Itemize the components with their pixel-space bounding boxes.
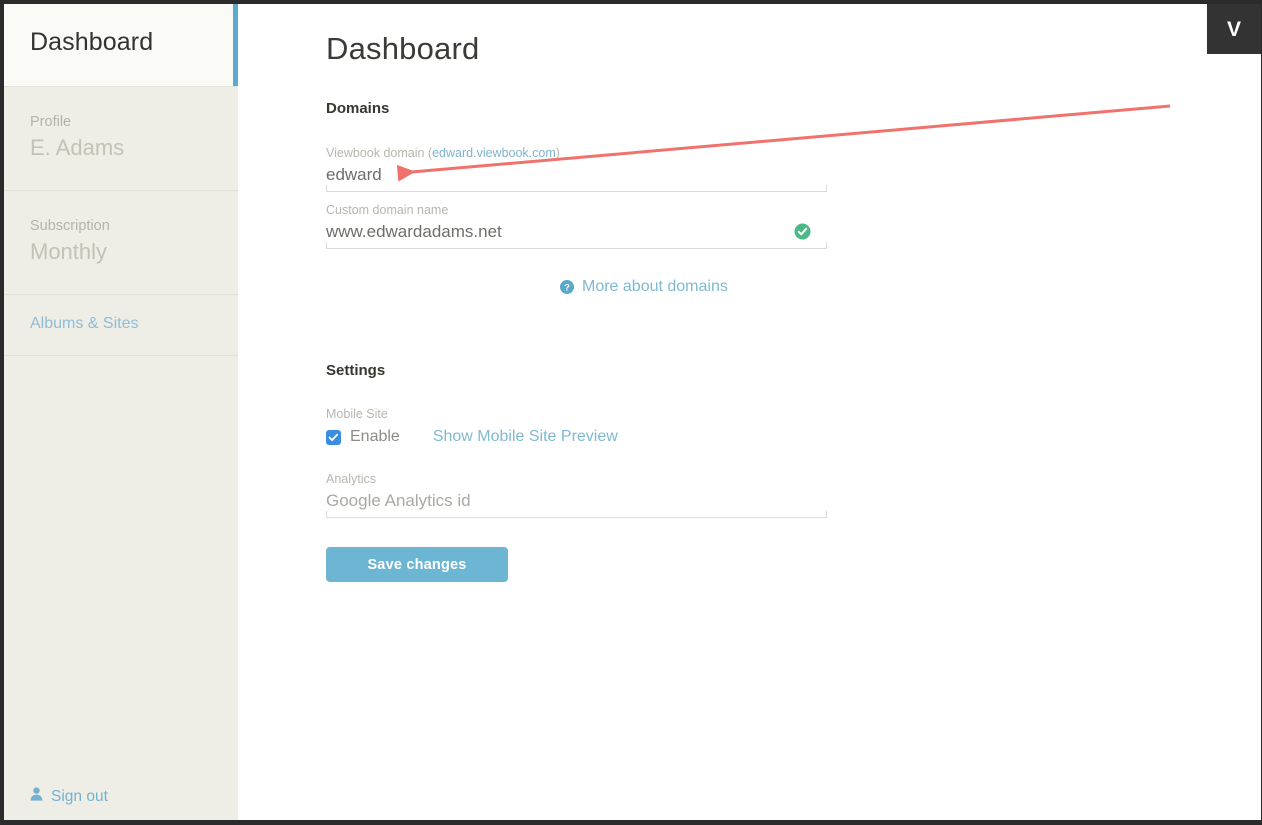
viewbook-domain-url-link[interactable]: edward.viewbook.com	[432, 146, 556, 160]
sidebar-item-profile[interactable]: Profile E. Adams	[4, 87, 238, 190]
sidebar-item-albums-sites[interactable]: Albums & Sites	[4, 295, 238, 355]
mobile-site-enable-label: Enable	[350, 428, 400, 445]
custom-domain-label: Custom domain name	[326, 203, 449, 217]
mobile-site-enable-row: Enable Show Mobile Site Preview	[326, 428, 618, 446]
sidebar: Dashboard Profile E. Adams Subscription …	[4, 4, 238, 820]
sign-out-button[interactable]: Sign out	[30, 787, 108, 806]
custom-domain-field: Custom domain name www.edwardadams.net	[326, 202, 827, 249]
viewbook-domain-input[interactable]: edward	[326, 163, 827, 187]
analytics-field: Analytics Google Analytics id	[326, 471, 827, 518]
page-title: Dashboard	[326, 31, 480, 66]
viewbook-domain-label: Viewbook domain (edward.viewbook.com)	[326, 145, 827, 161]
sidebar-item-subscription[interactable]: Subscription Monthly	[4, 191, 238, 294]
svg-text:?: ?	[564, 283, 570, 294]
mobile-site-label: Mobile Site	[326, 407, 388, 421]
sidebar-subscription-label: Subscription	[30, 218, 110, 234]
domain-verified-check-icon	[794, 223, 811, 245]
mobile-site-enable-checkbox[interactable]	[326, 429, 341, 445]
active-item-accent-bar	[233, 4, 238, 86]
analytics-input-row[interactable]: Google Analytics id	[326, 489, 827, 518]
app-window: Dashboard Profile E. Adams Subscription …	[0, 0, 1262, 825]
show-mobile-site-preview-link[interactable]: Show Mobile Site Preview	[433, 428, 618, 446]
sidebar-dashboard-label: Dashboard	[30, 28, 154, 56]
more-about-domains-label: More about domains	[582, 278, 728, 295]
sidebar-subscription-value: Monthly	[30, 239, 108, 264]
analytics-label: Analytics	[326, 472, 377, 486]
help-circle-icon: ?	[560, 280, 574, 294]
section-heading-domains: Domains	[326, 100, 390, 117]
save-changes-button[interactable]: Save changes	[326, 547, 508, 582]
sidebar-profile-label: Profile	[30, 114, 72, 130]
sidebar-albums-sites-label: Albums & Sites	[30, 315, 139, 332]
main-content: Dashboard Domains Viewbook domain (edwar…	[238, 4, 1261, 820]
custom-domain-input-row[interactable]: www.edwardadams.net	[326, 220, 827, 249]
mobile-site-setting: Mobile Site Enable Show Mobile Site Prev…	[326, 406, 618, 446]
sign-out-label: Sign out	[51, 787, 108, 805]
viewbook-domain-label-prefix: Viewbook domain (	[326, 146, 433, 160]
sidebar-divider	[4, 355, 238, 356]
viewbook-logo-badge[interactable]: V	[1207, 4, 1261, 54]
sidebar-profile-value: E. Adams	[30, 135, 125, 160]
viewbook-domain-label-suffix: )	[555, 146, 560, 160]
sidebar-item-dashboard[interactable]: Dashboard	[4, 4, 238, 86]
analytics-input[interactable]: Google Analytics id	[326, 489, 827, 513]
section-heading-settings: Settings	[326, 362, 386, 379]
more-about-domains-link[interactable]: ? More about domains	[560, 278, 728, 296]
custom-domain-input[interactable]: www.edwardadams.net	[326, 220, 827, 244]
viewbook-domain-input-row[interactable]: edward	[326, 163, 827, 192]
viewbook-domain-field: Viewbook domain (edward.viewbook.com) ed…	[326, 145, 827, 192]
person-icon	[30, 787, 43, 806]
viewbook-logo-icon: V	[1226, 17, 1241, 41]
